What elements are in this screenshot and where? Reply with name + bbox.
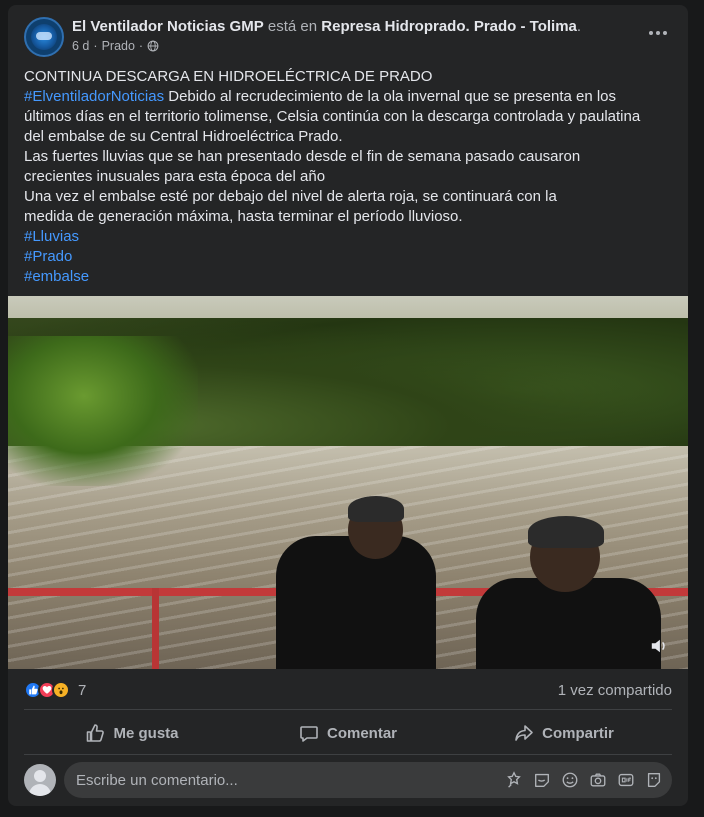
post-actions: Me gusta Comentar Compartir <box>24 717 672 749</box>
share-icon <box>515 725 533 741</box>
post-card: El Ventilador Noticias GMP está en Repre… <box>8 5 688 806</box>
post-headline: CONTINUA DESCARGA EN HIDROELÉCTRICA DE P… <box>24 68 433 85</box>
body-line: Una vez el embalse esté por debajo del n… <box>24 188 557 205</box>
body-line: medida de generación máxima, hasta termi… <box>24 208 463 225</box>
reaction-count: 7 <box>78 681 87 699</box>
video-person-cap <box>348 496 404 522</box>
comment-tools <box>504 770 664 790</box>
gif-icon[interactable] <box>616 770 636 790</box>
share-label: Compartir <box>542 724 614 742</box>
comment-button[interactable]: Comentar <box>240 717 456 749</box>
share-button[interactable]: Compartir <box>456 717 672 749</box>
page-avatar[interactable] <box>24 17 64 57</box>
reactions-summary[interactable]: 7 <box>24 681 86 699</box>
post-title-line: El Ventilador Noticias GMP está en Repre… <box>72 18 581 35</box>
comment-box[interactable] <box>64 762 672 798</box>
post-stats: 7 1 vez compartido <box>24 679 672 703</box>
actions-divider <box>24 754 672 755</box>
avatar-sticker-icon[interactable] <box>504 770 524 790</box>
hashtag-link[interactable]: #ElventiladorNoticias <box>24 88 164 105</box>
meta-separator: · <box>93 39 98 53</box>
post-paragraph: #ElventiladorNoticias Debido al recrudec… <box>24 87 672 107</box>
hashtag-link[interactable]: #Lluvias <box>24 228 79 245</box>
emoji-icon[interactable] <box>560 770 580 790</box>
shares-count[interactable]: 1 vez compartido <box>558 682 672 699</box>
hashtag-link[interactable]: #embalse <box>24 268 89 285</box>
body-line: del embalse de su Central Hidroeléctrica… <box>24 128 343 145</box>
more-options-icon[interactable] <box>644 23 672 43</box>
sticker-icon[interactable] <box>532 770 552 790</box>
post-body: CONTINUA DESCARGA EN HIDROELÉCTRICA DE P… <box>24 67 672 287</box>
like-icon <box>87 724 105 742</box>
page-name-link[interactable]: El Ventilador Noticias GMP <box>72 18 264 35</box>
comment-composer <box>24 762 672 798</box>
comment-input[interactable] <box>76 762 476 798</box>
body-line: crecientes inusuales para esta época del… <box>24 168 326 185</box>
video-person <box>276 536 436 669</box>
like-label: Me gusta <box>113 724 179 742</box>
post-place: Prado <box>101 39 135 53</box>
globe-icon[interactable] <box>147 40 159 52</box>
avatar-icon[interactable] <box>24 764 56 796</box>
body-line: últimos días en el territorio tolimense,… <box>24 108 641 125</box>
camera-icon[interactable] <box>588 770 608 790</box>
hashtag-link[interactable]: #Prado <box>24 248 72 265</box>
stats-divider <box>24 709 672 710</box>
like-button[interactable]: Me gusta <box>24 717 240 749</box>
wow-reaction-icon <box>52 681 70 699</box>
location-suffix: . <box>576 18 582 35</box>
volume-icon[interactable] <box>650 637 668 655</box>
post-video[interactable] <box>8 296 688 669</box>
avatar-icon[interactable] <box>644 770 664 790</box>
video-foliage <box>8 336 198 486</box>
video-person-cap <box>528 516 604 548</box>
meta-separator: · <box>138 39 144 53</box>
comment-icon <box>300 726 318 742</box>
location-connector: está en <box>267 18 318 35</box>
railing-post <box>152 588 159 669</box>
body-line: Debido al recrudecimiento de la ola inve… <box>164 88 617 105</box>
post-meta: 6 d · Prado · <box>72 39 159 53</box>
comment-label: Comentar <box>326 724 397 742</box>
location-link[interactable]: Represa Hidroprado. Prado - Tolima <box>321 18 577 35</box>
post-time[interactable]: 6 d <box>72 39 89 53</box>
post-header: El Ventilador Noticias GMP está en Repre… <box>24 17 672 61</box>
body-line: Las fuertes lluvias que se han presentad… <box>24 148 581 165</box>
